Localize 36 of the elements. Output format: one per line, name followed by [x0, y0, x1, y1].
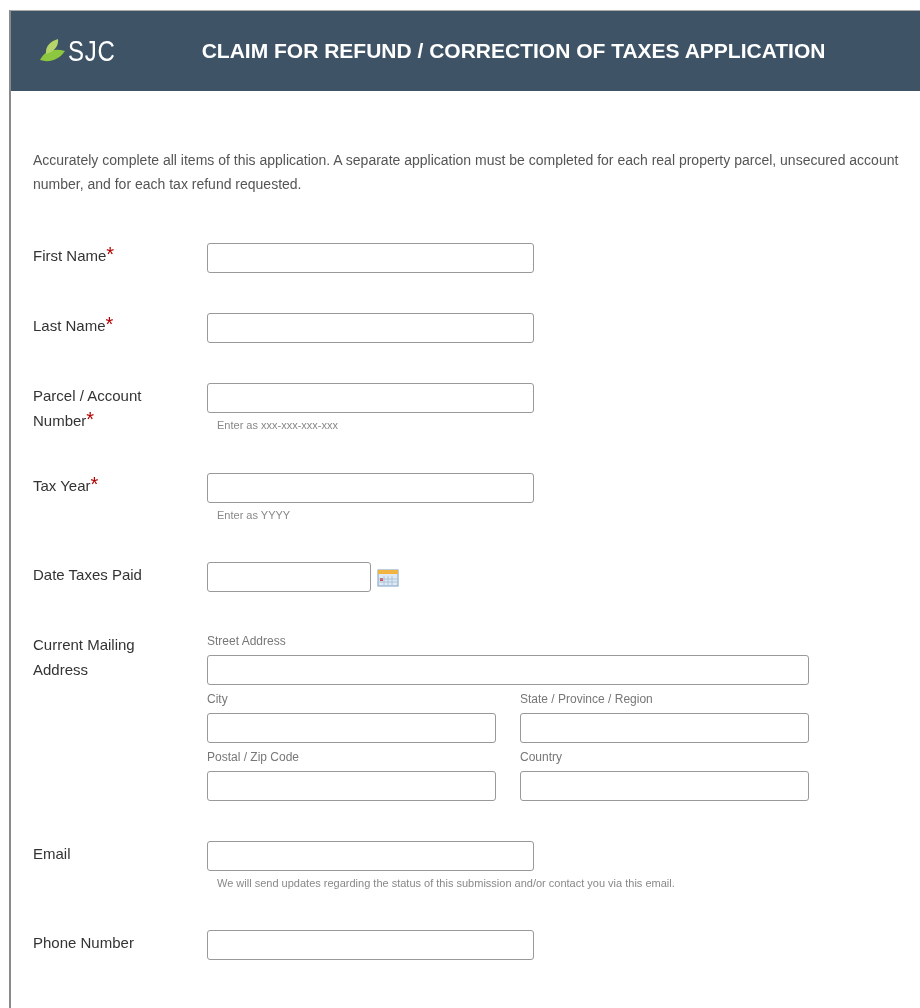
- field-label: Phone Number: [33, 933, 135, 953]
- field-hint: We will send updates regarding the status of this submission and/or contact you via this email.: [217, 876, 675, 890]
- sub-label: Country: [520, 750, 564, 764]
- field-label: Tax Year*: [33, 473, 100, 497]
- logo-text: SJC: [68, 34, 116, 68]
- calendar-icon[interactable]: [377, 567, 399, 587]
- address-input[interactable]: [207, 713, 496, 743]
- field-hint: Enter as YYYY: [217, 508, 292, 522]
- text-input[interactable]: [207, 383, 534, 413]
- field-hint: Enter as xxx-xxx-xxx-xxx: [217, 418, 339, 432]
- text-input[interactable]: [207, 841, 534, 871]
- field-label: Date Taxes Paid: [33, 565, 143, 585]
- sub-label: City: [207, 692, 229, 706]
- field-label: Parcel / Account Number*: [33, 386, 143, 432]
- sub-label: State / Province / Region: [520, 692, 654, 706]
- address-input[interactable]: [207, 655, 809, 685]
- required-mark: *: [90, 473, 99, 495]
- address-input[interactable]: [520, 713, 809, 743]
- field-label: Last Name*: [33, 313, 115, 337]
- field-label: First Name*: [33, 243, 116, 267]
- required-mark: *: [86, 408, 95, 430]
- sub-label: Postal / Zip Code: [207, 750, 301, 764]
- intro-text: Accurately complete all items of this application. A separate application must be completed for each real property parcel, unsecured account number, and for each tax refund requested.: [33, 151, 900, 194]
- page-title: CLAIM FOR REFUND / CORRECTION OF TAXES APPLICATION: [201, 39, 826, 63]
- address-input[interactable]: [207, 771, 496, 801]
- field-label: Current Mailing Address: [33, 635, 136, 680]
- date-input[interactable]: [207, 562, 371, 592]
- required-mark: *: [105, 313, 114, 335]
- text-input[interactable]: [207, 243, 534, 273]
- sub-label: Street Address: [207, 634, 287, 648]
- required-mark: *: [106, 243, 115, 265]
- address-input[interactable]: [520, 771, 809, 801]
- text-input[interactable]: [207, 930, 534, 960]
- field-label: Email: [33, 844, 72, 864]
- text-input[interactable]: [207, 313, 534, 343]
- text-input[interactable]: [207, 473, 534, 503]
